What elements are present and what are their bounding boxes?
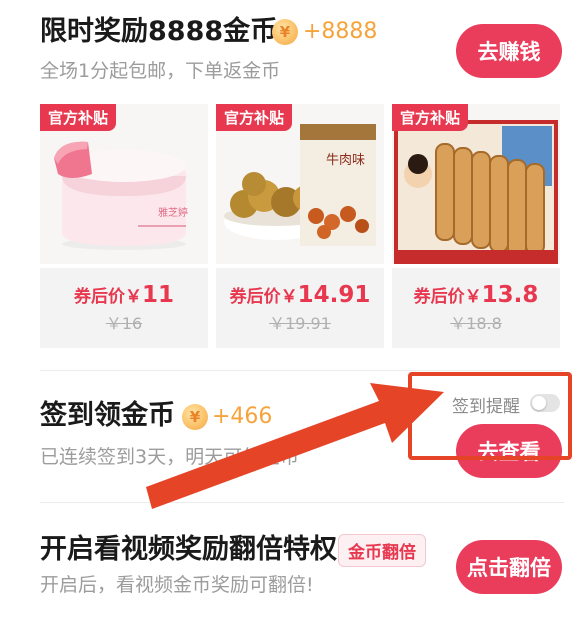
annotation-arrow-icon [146,383,444,509]
